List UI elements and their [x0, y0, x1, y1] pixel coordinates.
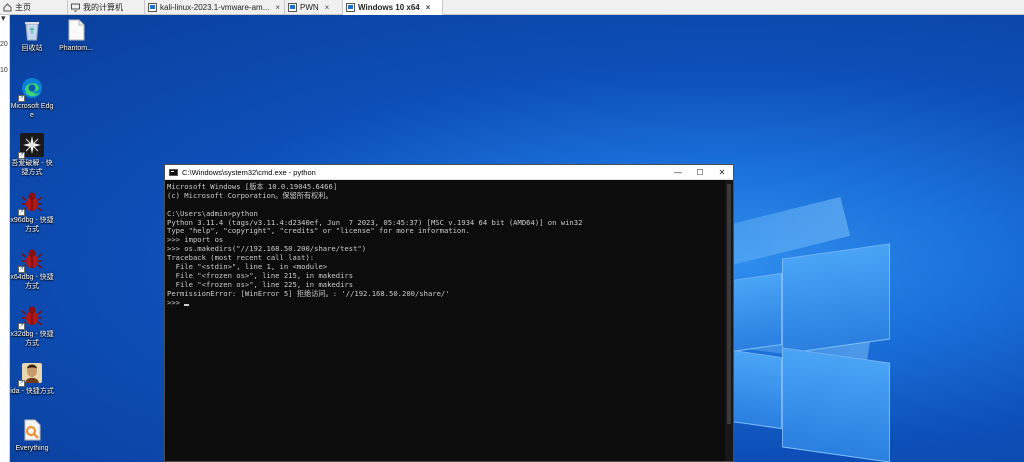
cmd-window[interactable]: C:\Windows\system32\cmd.exe - python — ☐… [164, 164, 734, 462]
cmd-titlebar[interactable]: C:\Windows\system32\cmd.exe - python — ☐… [165, 165, 733, 180]
strip-text-2: 10 [0, 67, 8, 74]
console-prompt: >>> [167, 297, 180, 307]
desktop-icon-x64dbg[interactable]: ↗ x64dbg - 快捷方式 [10, 247, 54, 291]
vm-icon [288, 3, 297, 12]
recycle-bin-icon [20, 18, 44, 42]
desktop-icon-label: 回收站 [21, 45, 43, 52]
tab-windows-10[interactable]: Windows 10 x64 × [343, 0, 443, 15]
shortcut-arrow-icon: ↗ [18, 95, 25, 102]
wallpaper-logo-pane [782, 243, 890, 355]
shortcut-arrow-icon: ↗ [18, 152, 25, 159]
tab-label: 我的计算机 [83, 3, 123, 12]
console-prompt-line[interactable]: >>> [167, 297, 733, 308]
edge-icon: ↗ [18, 76, 44, 102]
dropdown-icon[interactable]: ▾ [1, 13, 6, 24]
everything-icon [20, 418, 44, 442]
cmd-scrollbar[interactable] [725, 180, 733, 461]
monitor-icon [71, 3, 80, 12]
host-left-strip: ▾ 20 10 [0, 13, 10, 462]
close-button[interactable]: ✕ [711, 165, 733, 180]
desktop-icon-phantom[interactable]: Phantom... [54, 18, 98, 53]
bug-icon: ↗ [18, 190, 44, 216]
cmd-window-title: C:\Windows\system32\cmd.exe - python [182, 167, 316, 177]
shortcut-arrow-icon: ↗ [18, 380, 25, 387]
tab-label: Windows 10 x64 [358, 3, 420, 12]
desktop-icon-label: Phantom... [59, 45, 93, 52]
console-line: PermissionError: [WinError 5] 拒绝访问。: '//… [167, 288, 450, 298]
desktop-icon-ida[interactable]: ↗ ida - 快捷方式 [10, 361, 54, 396]
console-line: Type "help", "copyright", "credits" or "… [167, 226, 470, 236]
shortcut-arrow-icon: ↗ [18, 266, 25, 273]
ida-icon: ↗ [18, 361, 44, 387]
desktop-icon-x96dbg[interactable]: ↗ x96dbg - 快捷方式 [10, 190, 54, 234]
vm-tab-bar: 主页 我的计算机 kali-linux-2023.1-vmware-am... … [0, 0, 1024, 15]
file-icon [64, 18, 88, 42]
desktop-icon-label: x64dbg - 快捷方式 [10, 274, 54, 290]
bug-icon: ↗ [18, 247, 44, 273]
shortcut-arrow-icon: ↗ [18, 323, 25, 330]
text-cursor [183, 303, 189, 306]
tab-label: 主页 [15, 3, 31, 12]
console-line: (c) Microsoft Corporation。保留所有权利。 [167, 190, 333, 200]
tab-close-icon[interactable]: × [325, 3, 330, 12]
windows-desktop[interactable]: 回收站 Phantom... ↗ Microsoft Edge ↗ 吾爱破解 -… [10, 15, 1024, 462]
scrollbar-thumb[interactable] [727, 184, 731, 424]
tab-label: PWN [300, 3, 319, 12]
tab-close-icon[interactable]: × [426, 3, 431, 12]
tab-home[interactable]: 主页 [0, 0, 68, 15]
cmd-icon [169, 168, 178, 176]
desktop-icon-label: Everything [15, 445, 49, 452]
desktop-icon-52pojie[interactable]: ↗ 吾爱破解 - 快捷方式 [10, 133, 54, 177]
desktop-icon-recycle-bin[interactable]: 回收站 [10, 18, 54, 53]
bug-icon: ↗ [18, 304, 44, 330]
desktop-icon-label: Microsoft Edge [10, 103, 54, 119]
desktop-icon-x32dbg[interactable]: ↗ x32dbg - 快捷方式 [10, 304, 54, 348]
vm-icon [346, 3, 355, 12]
shortcut-arrow-icon: ↗ [18, 209, 25, 216]
console-output[interactable]: Microsoft Windows [版本 10.0.19045.6466] (… [165, 180, 733, 462]
desktop-icon-label: ida - 快捷方式 [10, 388, 54, 395]
desktop-icon-label: x32dbg - 快捷方式 [10, 331, 54, 347]
vm-icon [148, 3, 157, 12]
desktop-icon-label: 吾爱破解 - 快捷方式 [11, 160, 53, 176]
minimize-button[interactable]: — [667, 165, 689, 180]
strip-text-1: 20 [0, 41, 8, 48]
tab-label: kali-linux-2023.1-vmware-am... [160, 3, 270, 12]
desktop-icon-edge[interactable]: ↗ Microsoft Edge [10, 76, 54, 120]
home-icon [3, 3, 12, 12]
tab-my-computer[interactable]: 我的计算机 [68, 0, 145, 15]
wallpaper-logo-pane [782, 347, 890, 462]
desktop-icon-everything[interactable]: Everything [10, 418, 54, 453]
tab-close-icon[interactable]: × [275, 3, 280, 12]
tab-kali[interactable]: kali-linux-2023.1-vmware-am... × [145, 0, 285, 15]
tab-pwn[interactable]: PWN × [285, 0, 343, 15]
maximize-button[interactable]: ☐ [689, 165, 711, 180]
desktop-icon-label: x96dbg - 快捷方式 [10, 217, 54, 233]
app-icon: ↗ [18, 133, 44, 159]
